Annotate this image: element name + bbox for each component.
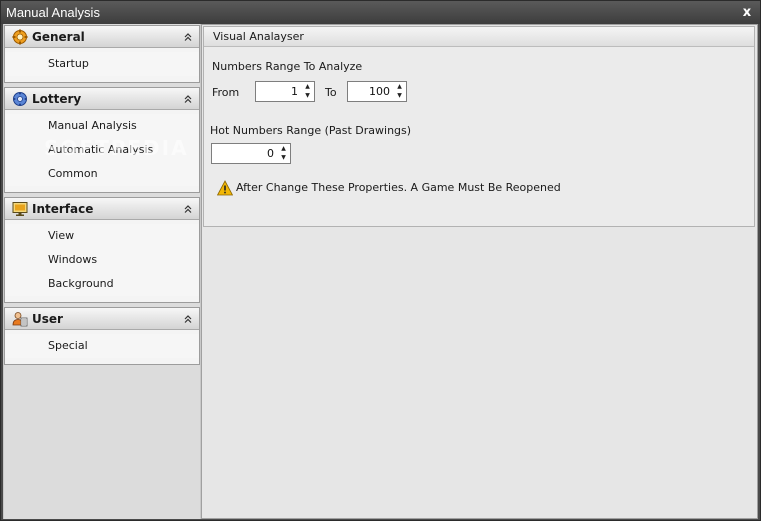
collapse-icon[interactable]	[183, 88, 193, 110]
to-label: To	[325, 86, 337, 99]
app-window: Manual Analysis x General Startup Lotter…	[0, 0, 761, 521]
title-bar[interactable]: Manual Analysis	[1, 1, 760, 24]
sidebar-item-common[interactable]: Common	[5, 162, 199, 186]
user-icon	[12, 312, 28, 327]
sidebar-item-manual-analysis[interactable]: Manual Analysis	[5, 114, 199, 138]
content-area: General Startup Lottery Manual Analysis …	[3, 24, 758, 519]
group-user: User Special	[4, 307, 200, 365]
spin-down-icon[interactable]: ▼	[301, 91, 314, 100]
spinner-arrows: ▲ ▼	[301, 82, 314, 101]
group-title: Lottery	[32, 92, 82, 106]
sidebar-item-special[interactable]: Special	[5, 334, 199, 358]
collapse-icon[interactable]	[183, 198, 193, 220]
sidebar-item-startup[interactable]: Startup	[5, 52, 199, 76]
hot-numbers-label: Hot Numbers Range (Past Drawings)	[210, 124, 412, 137]
from-value[interactable]: 1	[256, 82, 300, 101]
group-items: Startup	[5, 52, 199, 76]
close-button[interactable]: x	[740, 1, 754, 24]
group-title: User	[32, 312, 63, 326]
sidebar-item-view[interactable]: View	[5, 224, 199, 248]
spin-up-icon[interactable]: ▲	[277, 144, 290, 153]
spinner-arrows: ▲ ▼	[393, 82, 406, 101]
monitor-icon	[12, 202, 28, 216]
spin-down-icon[interactable]: ▼	[393, 91, 406, 100]
spin-down-icon[interactable]: ▼	[277, 153, 290, 162]
group-general: General Startup	[4, 25, 200, 83]
visual-analyser-panel: Visual Analayser Numbers Range To Analyz…	[203, 26, 755, 227]
double-chevron-up-icon	[184, 33, 192, 41]
to-value[interactable]: 100	[348, 82, 392, 101]
group-header-interface[interactable]: Interface	[5, 198, 199, 220]
sidebar-item-automatic-analysis[interactable]: Automatic Analysis	[5, 138, 199, 162]
window-title: Manual Analysis	[6, 5, 100, 20]
group-title: Interface	[32, 202, 94, 216]
panel-title: Visual Analayser	[204, 27, 754, 47]
from-label: From	[212, 86, 240, 99]
group-header-user[interactable]: User	[5, 308, 199, 330]
warning-icon	[217, 180, 233, 196]
collapse-icon[interactable]	[183, 26, 193, 48]
group-items: Manual Analysis Automatic Analysis Commo…	[5, 114, 199, 186]
spinner-arrows: ▲ ▼	[277, 144, 290, 163]
spin-up-icon[interactable]: ▲	[393, 82, 406, 91]
collapse-icon[interactable]	[183, 308, 193, 330]
group-title: General	[32, 30, 85, 44]
hot-numbers-spinner[interactable]: 0 ▲ ▼	[211, 143, 291, 164]
numbers-range-label: Numbers Range To Analyze	[212, 60, 363, 73]
double-chevron-up-icon	[184, 95, 192, 103]
group-header-lottery[interactable]: Lottery	[5, 88, 199, 110]
group-lottery: Lottery Manual Analysis Automatic Analys…	[4, 87, 200, 193]
main-panel: Visual Analayser Numbers Range To Analyz…	[201, 24, 758, 519]
group-items: View Windows Background	[5, 224, 199, 296]
gear-icon	[12, 29, 28, 45]
sidebar-item-windows[interactable]: Windows	[5, 248, 199, 272]
group-interface: Interface View Windows Background	[4, 197, 200, 303]
hot-numbers-value[interactable]: 0	[212, 144, 276, 163]
double-chevron-up-icon	[184, 205, 192, 213]
double-chevron-up-icon	[184, 315, 192, 323]
group-items: Special	[5, 334, 199, 358]
to-spinner[interactable]: 100 ▲ ▼	[347, 81, 407, 102]
spin-up-icon[interactable]: ▲	[301, 82, 314, 91]
sidebar-item-background[interactable]: Background	[5, 272, 199, 296]
lottery-icon	[13, 92, 27, 106]
group-header-general[interactable]: General	[5, 26, 199, 48]
warning-text: After Change These Properties. A Game Mu…	[236, 181, 561, 194]
from-spinner[interactable]: 1 ▲ ▼	[255, 81, 315, 102]
sidebar: General Startup Lottery Manual Analysis …	[4, 24, 200, 519]
